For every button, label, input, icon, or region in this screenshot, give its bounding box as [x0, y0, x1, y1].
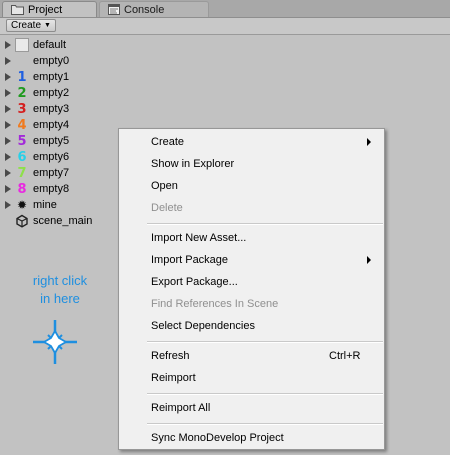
- expand-arrow-icon[interactable]: [5, 153, 11, 161]
- create-dropdown-button[interactable]: Create ▼: [6, 19, 56, 32]
- menu-item-label: Show in Explorer: [151, 158, 235, 170]
- submenu-arrow-icon: [367, 138, 371, 146]
- number-0-icon: [15, 54, 29, 68]
- number-5-icon: 5: [17, 133, 27, 149]
- submenu-arrow-icon: [367, 256, 371, 264]
- hint-line-2: in here: [40, 291, 80, 306]
- list-item-label: empty8: [33, 183, 70, 195]
- menu-separator: [147, 341, 383, 343]
- folder-icon: [11, 4, 24, 15]
- right-click-hint: right click in here: [10, 272, 110, 308]
- menu-item-refresh[interactable]: Refresh Ctrl+R: [119, 346, 384, 366]
- menu-item-label: Reimport All: [151, 402, 211, 414]
- gear-icon: ✹: [16, 198, 28, 212]
- unity-scene-icon: [15, 214, 29, 228]
- expand-arrow-icon[interactable]: [5, 185, 11, 193]
- menu-separator: [147, 393, 383, 395]
- list-item-label: empty7: [33, 167, 70, 179]
- tab-bar: Project Console: [0, 0, 450, 18]
- menu-item-label: Delete: [151, 202, 183, 214]
- menu-item-label: Refresh: [151, 350, 190, 362]
- menu-separator: [147, 423, 383, 425]
- expand-arrow-icon[interactable]: [5, 121, 11, 129]
- menu-item-open[interactable]: Open: [119, 176, 384, 196]
- list-item-label: default: [33, 39, 67, 51]
- menu-item-shortcut: Ctrl+R: [329, 350, 361, 362]
- number-6-icon: 6: [17, 149, 27, 165]
- menu-item-delete[interactable]: Delete: [119, 198, 384, 218]
- number-7-icon: 7: [17, 165, 27, 181]
- expand-arrow-icon[interactable]: [5, 201, 11, 209]
- menu-item-reimport[interactable]: Reimport: [119, 368, 384, 388]
- tab-console[interactable]: Console: [99, 1, 209, 17]
- menu-item-show-in-explorer[interactable]: Show in Explorer: [119, 154, 384, 174]
- list-item-label: empty6: [33, 151, 70, 163]
- gray-square-icon: [15, 38, 29, 52]
- number-3-icon: 3: [17, 101, 27, 117]
- menu-separator: [147, 223, 383, 225]
- chevron-down-icon: ▼: [44, 22, 51, 29]
- menu-item-label: Sync MonoDevelop Project: [151, 432, 284, 444]
- expand-arrow-icon[interactable]: [5, 73, 11, 81]
- list-item-label: empty2: [33, 87, 70, 99]
- menu-item-export-package[interactable]: Export Package...: [119, 272, 384, 292]
- expand-arrow-icon[interactable]: [5, 57, 11, 65]
- tab-project[interactable]: Project: [2, 1, 97, 17]
- menu-item-label: Import Package: [151, 254, 229, 266]
- menu-item-label: Select Dependencies: [151, 320, 255, 332]
- number-4-icon: 4: [17, 117, 27, 133]
- menu-item-select-dependencies[interactable]: Select Dependencies: [119, 316, 384, 336]
- number-8-icon: 8: [17, 181, 27, 197]
- expand-arrow-icon[interactable]: [5, 137, 11, 145]
- expand-arrow-icon[interactable]: [5, 89, 11, 97]
- context-menu: Create Show in Explorer Open Delete Impo…: [118, 128, 385, 450]
- hint-line-1: right click: [32, 273, 88, 288]
- menu-item-import-package[interactable]: Import Package: [119, 250, 384, 270]
- console-icon: [108, 4, 120, 15]
- project-toolbar: Create ▼: [0, 18, 450, 35]
- menu-item-import-new-asset[interactable]: Import New Asset...: [119, 228, 384, 248]
- menu-item-label: Import New Asset...: [151, 232, 247, 244]
- expand-arrow-icon[interactable]: [5, 41, 11, 49]
- list-item-label: empty3: [33, 103, 70, 115]
- tab-console-label: Console: [124, 3, 165, 16]
- tab-project-label: Project: [28, 3, 63, 16]
- list-item-label: empty0: [33, 55, 70, 67]
- click-target-icon: [33, 320, 77, 364]
- menu-item-label: Create: [151, 136, 185, 148]
- menu-item-label: Reimport: [151, 372, 196, 384]
- menu-item-label: Open: [151, 180, 178, 192]
- number-2-icon: 2: [17, 85, 27, 101]
- expand-arrow-icon[interactable]: [5, 169, 11, 177]
- menu-item-reimport-all[interactable]: Reimport All: [119, 398, 384, 418]
- list-item-label: empty1: [33, 71, 70, 83]
- number-1-icon: 1: [17, 69, 27, 85]
- menu-item-sync-monodevelop[interactable]: Sync MonoDevelop Project: [119, 428, 384, 448]
- menu-item-find-references[interactable]: Find References In Scene: [119, 294, 384, 314]
- list-item-label: empty4: [33, 119, 70, 131]
- list-item-label: empty5: [33, 135, 70, 147]
- expand-arrow-icon[interactable]: [5, 105, 11, 113]
- list-item-label: mine: [33, 199, 57, 211]
- list-item-label: scene_main: [33, 215, 93, 227]
- create-button-label: Create: [11, 20, 42, 31]
- menu-item-create[interactable]: Create: [119, 132, 384, 152]
- menu-item-label: Export Package...: [151, 276, 238, 288]
- menu-item-label: Find References In Scene: [151, 298, 279, 310]
